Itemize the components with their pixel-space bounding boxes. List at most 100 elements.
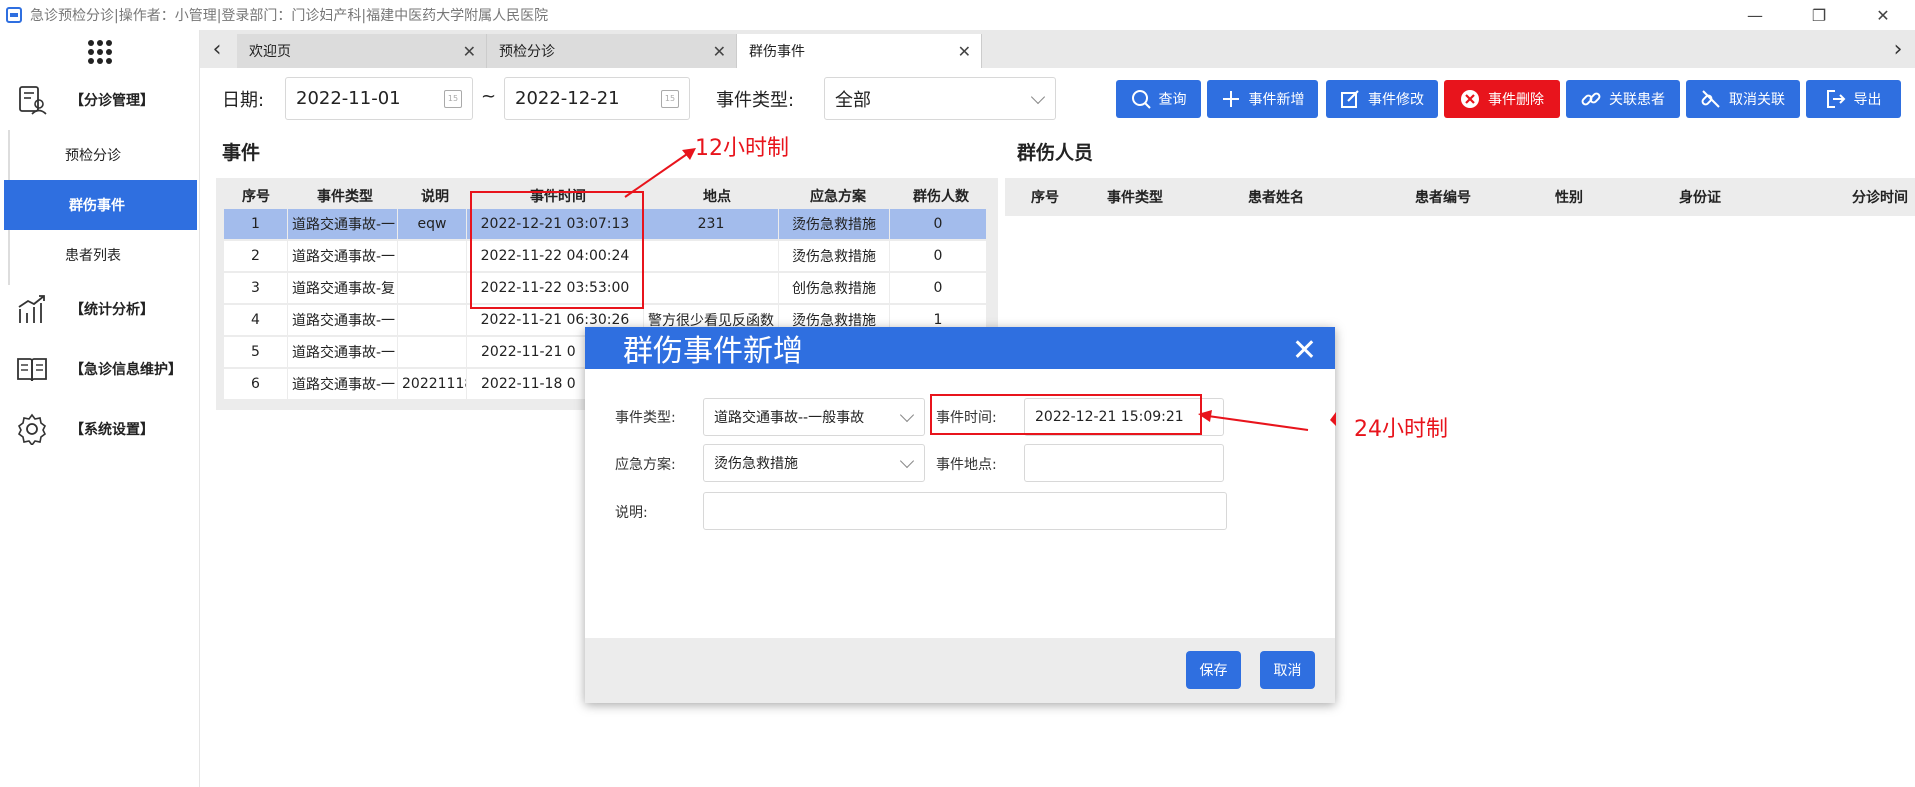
edit-event-button[interactable]: 事件修改 [1326, 80, 1438, 118]
date-label: 日期: [222, 90, 265, 111]
cell-description: 20221118 [398, 369, 466, 399]
tab-mass-casualty[interactable]: 群伤事件 ✕ [737, 34, 982, 68]
close-icon[interactable]: ✕ [1292, 333, 1317, 368]
column-header: 事件类型 [1107, 190, 1163, 206]
cell-description [398, 337, 466, 367]
chevron-down-icon [899, 453, 915, 469]
delete-event-label: 事件删除 [1488, 92, 1544, 108]
sidebar-item-pretriage[interactable]: 预检分诊 [0, 130, 200, 180]
cell-description [398, 273, 466, 303]
sidebar-item-patient-list[interactable]: 患者列表 [0, 230, 200, 280]
plan-field-value: 烫伤急救措施 [714, 456, 798, 472]
close-icon[interactable]: ✕ [463, 42, 476, 61]
date-from-input[interactable]: 2022-11-01 15 [285, 77, 473, 120]
events-section-title: 事件 [222, 142, 261, 164]
tab-welcome[interactable]: 欢迎页 ✕ [237, 34, 487, 68]
sidebar-group-statistics[interactable]: 【统计分析】 [0, 285, 200, 333]
sidebar-group-triage[interactable]: 【分诊管理】 [0, 76, 200, 124]
delete-icon [1461, 90, 1479, 108]
export-icon [1826, 90, 1845, 108]
sidebar-group-label: 【急诊信息维护】 [70, 362, 182, 378]
app-menu-icon[interactable] [88, 40, 112, 64]
column-header: 应急方案 [810, 189, 866, 205]
link-patient-button[interactable]: 关联患者 [1566, 80, 1680, 118]
annotation-arrow-12h [624, 148, 696, 198]
column-header: 序号 [242, 189, 270, 205]
close-icon[interactable]: ✕ [713, 42, 726, 61]
minimize-button[interactable]: — [1723, 0, 1787, 30]
plus-icon [1222, 91, 1239, 107]
edit-event-label: 事件修改 [1368, 92, 1424, 108]
annotation-arrow-24h [1198, 410, 1336, 431]
people-section-title: 群伤人员 [1017, 142, 1094, 164]
plan-field[interactable]: 烫伤急救措施 [703, 444, 925, 482]
cell-index: 5 [224, 337, 287, 367]
cell-type: 道路交通事故-复 [288, 273, 397, 303]
chart-icon [18, 295, 45, 323]
sidebar-group-settings[interactable]: 【系统设置】 [0, 405, 200, 453]
sidebar-group-label: 【统计分析】 [70, 302, 154, 318]
plan-field-label: 应急方案: [615, 457, 676, 473]
column-header: 地点 [703, 189, 731, 205]
cell-type: 道路交通事故-一 [288, 337, 397, 367]
people-table: 序号 事件类型 患者姓名 患者编号 性别 身份证 分诊时间 [1005, 178, 1915, 216]
link-icon [1581, 92, 1601, 106]
cell-type: 道路交通事故-一 [288, 305, 397, 335]
tab-prev-button[interactable]: ‹ [200, 30, 234, 68]
cell-index: 3 [224, 273, 287, 303]
chevron-down-icon [899, 407, 915, 423]
location-field[interactable] [1024, 444, 1224, 482]
cell-location: 231 [644, 209, 778, 239]
column-header: 性别 [1555, 190, 1583, 206]
gear-icon [17, 413, 47, 445]
cell-index: 6 [224, 369, 287, 399]
cell-location [644, 241, 778, 271]
sidebar-group-maintenance[interactable]: 【急诊信息维护】 [0, 345, 200, 393]
date-to-input[interactable]: 2022-12-21 15 [504, 77, 690, 120]
restore-button[interactable]: ❐ [1787, 0, 1851, 30]
calendar-icon[interactable]: 15 [661, 90, 679, 108]
cancel-button[interactable]: 取消 [1260, 651, 1315, 689]
query-button[interactable]: 查询 [1116, 80, 1201, 118]
delete-event-button[interactable]: 事件删除 [1444, 80, 1560, 118]
cell-type: 道路交通事故-一 [288, 209, 397, 239]
location-field-label: 事件地点: [936, 457, 997, 473]
window-controls: — ❐ ✕ [1723, 0, 1915, 30]
cell-type: 道路交通事故-一 [288, 241, 397, 271]
tab-label: 预检分诊 [499, 44, 555, 60]
query-label: 查询 [1158, 92, 1187, 108]
save-button[interactable]: 保存 [1186, 651, 1241, 689]
event-type-field[interactable]: 道路交通事故--一般事故 [703, 398, 925, 436]
annotation-box-12h [470, 191, 644, 309]
tab-pretriage[interactable]: 预检分诊 ✕ [487, 34, 737, 68]
column-header: 患者编号 [1415, 190, 1471, 206]
search-icon [1131, 90, 1151, 109]
date-range-separator: ~ [481, 86, 497, 107]
calendar-icon[interactable]: 15 [444, 90, 462, 108]
close-window-button[interactable]: ✕ [1851, 0, 1915, 30]
cell-description: eqw [398, 209, 466, 239]
cell-type: 道路交通事故-一 [288, 369, 397, 399]
cell-plan: 烫伤急救措施 [779, 241, 889, 271]
tab-next-button[interactable]: › [1881, 30, 1915, 68]
event-type-select[interactable]: 全部 [824, 77, 1056, 120]
add-event-dialog: 群伤事件新增 ✕ 事件类型: 道路交通事故--一般事故 事件时间: 2022-1… [585, 327, 1335, 703]
title-bar: 急诊预检分诊|操作者：小管理|登录部门：门诊妇产科|福建中医药大学附属人民医院 … [0, 0, 1915, 30]
cell-description [398, 305, 466, 335]
cell-plan: 创伤急救措施 [779, 273, 889, 303]
unlink-patient-button[interactable]: 取消关联 [1686, 80, 1800, 118]
annotation-box-24h [930, 394, 1202, 435]
add-event-button[interactable]: 事件新增 [1207, 80, 1318, 118]
column-header: 事件类型 [317, 189, 373, 205]
export-button[interactable]: 导出 [1806, 80, 1901, 118]
description-field-label: 说明: [615, 505, 648, 521]
sidebar-item-label: 群伤事件 [69, 198, 125, 214]
sidebar-item-mass-casualty[interactable]: 群伤事件 [4, 180, 197, 230]
edit-icon [1341, 90, 1359, 108]
description-field[interactable] [703, 492, 1227, 530]
sidebar-item-label: 患者列表 [65, 248, 121, 264]
export-label: 导出 [1853, 92, 1882, 108]
tab-label: 群伤事件 [749, 44, 805, 60]
cell-casualties: 0 [890, 273, 986, 303]
close-icon[interactable]: ✕ [958, 42, 971, 61]
